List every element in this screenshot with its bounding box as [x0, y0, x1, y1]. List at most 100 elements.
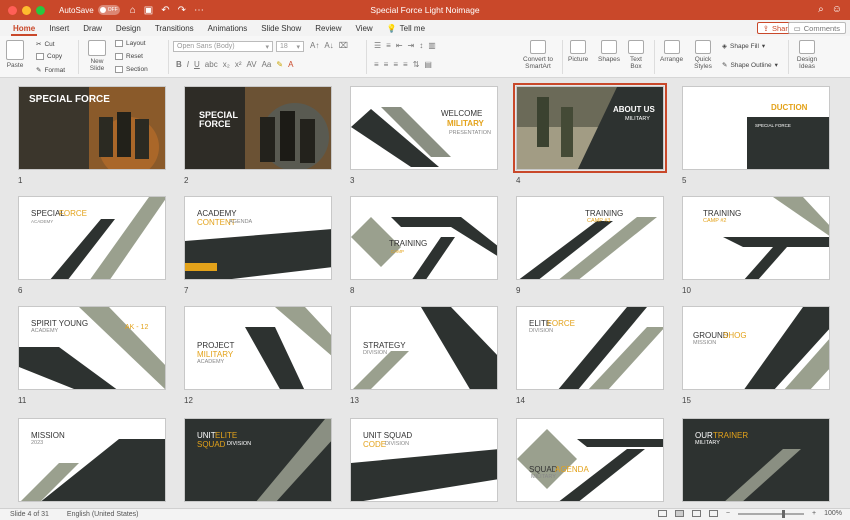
font-color-icon[interactable]: A — [288, 60, 293, 69]
picture-button[interactable]: Picture — [568, 40, 588, 63]
underline-icon[interactable]: U — [194, 60, 200, 69]
slide-thumbnail[interactable]: UNIT ELITE SQUAD DIVISION — [184, 418, 332, 502]
font-name-select[interactable]: Open Sans (Body) ▾ — [173, 41, 273, 52]
slide-thumbnail[interactable]: TRAINING CAMP #3 — [516, 196, 664, 280]
align-right-icon[interactable]: ≡ — [393, 60, 398, 69]
paste-button[interactable]: Paste — [6, 40, 24, 69]
tab-insert[interactable]: Insert — [42, 24, 76, 36]
reset-button[interactable]: Reset — [115, 53, 143, 60]
design-ideas-button[interactable]: Design Ideas — [796, 40, 818, 70]
new-slide-button[interactable]: New Slide — [86, 40, 108, 72]
quick-styles-button[interactable]: Quick Styles — [692, 40, 714, 70]
char-spacing-icon[interactable]: AV — [246, 60, 256, 69]
document-title[interactable]: Special Force Light Noimage — [370, 5, 479, 15]
slide-sorter-view-icon[interactable] — [674, 510, 684, 517]
tab-home[interactable]: Home — [6, 24, 42, 36]
slide-thumbnail[interactable]: STRATEGY DIVISION — [350, 306, 498, 390]
undo-icon[interactable]: ↶ — [161, 5, 169, 16]
slide-thumbnail[interactable]: SQUAD AGENDA MILITARY — [516, 418, 664, 502]
convert-smartart-button[interactable]: Convert to SmartArt — [520, 40, 556, 70]
slide-thumbnail[interactable]: SPIRIT YOUNG ACADEMY AK - 12 — [18, 306, 166, 390]
language-indicator[interactable]: English (United States) — [67, 511, 139, 518]
slide-thumbnail-selected[interactable]: ABOUT US MILITARY — [513, 83, 667, 173]
highlight-icon[interactable]: ✎ — [276, 60, 283, 69]
close-window-button[interactable] — [8, 5, 17, 15]
minimize-window-button[interactable] — [22, 5, 31, 15]
tab-transitions[interactable]: Transitions — [148, 24, 201, 36]
tab-view[interactable]: View — [349, 24, 380, 36]
decrease-indent-icon[interactable]: ⇤ — [396, 41, 403, 50]
slide-thumbnail[interactable]: UNIT SQUAD CODE DIVISION — [350, 418, 498, 502]
copy-button[interactable]: Copy — [36, 53, 62, 60]
normal-view-icon[interactable] — [657, 510, 667, 517]
slide-thumbnail[interactable]: TRAINING CAMP #2 — [682, 196, 830, 280]
slide-thumbnail[interactable]: ACADEMY CONTENT AGENDA — [184, 196, 332, 280]
strikethrough-icon[interactable]: abc — [205, 60, 218, 69]
align-text-icon[interactable]: ▤ — [424, 60, 432, 69]
text-direction-icon[interactable]: ⇅ — [413, 60, 420, 69]
comments-button[interactable]: ▭ Comments — [787, 22, 846, 34]
columns-icon[interactable]: ▥ — [428, 41, 436, 50]
zoom-out-icon[interactable]: − — [726, 510, 730, 517]
shapes-button[interactable]: Shapes — [598, 40, 620, 63]
increase-indent-icon[interactable]: ⇥ — [408, 41, 415, 50]
slide-thumbnail[interactable]: TRAINING CAMP — [350, 196, 498, 280]
line-spacing-icon[interactable]: ↕ — [419, 41, 423, 50]
redo-icon[interactable]: ↷ — [178, 5, 186, 16]
slide-thumbnail[interactable]: SPECIAL FORCE ACADEMY — [18, 196, 166, 280]
reading-view-icon[interactable] — [691, 510, 701, 517]
slide-number: 12 — [184, 396, 193, 405]
zoom-level[interactable]: 100% — [824, 510, 842, 517]
slide-thumbnail[interactable]: MISSION 2023 — [18, 418, 166, 502]
cut-button[interactable]: ✂ Cut — [36, 40, 55, 49]
slide-8-sub: CAMP — [391, 249, 405, 254]
search-icon[interactable]: ⌕ — [818, 4, 824, 15]
slide-thumbnail[interactable]: GROUND SHOG MISSION — [682, 306, 830, 390]
align-left-icon[interactable]: ≡ — [374, 60, 379, 69]
slide-thumbnail[interactable]: SPECIAL FORCE — [18, 86, 166, 170]
autosave-toggle[interactable]: OFF — [97, 5, 120, 15]
zoom-in-icon[interactable]: + — [812, 510, 816, 517]
change-case-icon[interactable]: Aa — [262, 60, 272, 69]
bold-icon[interactable]: B — [176, 60, 182, 69]
slide-thumbnail[interactable]: OUR TRAINER MILITARY — [682, 418, 830, 502]
arrange-button[interactable]: Arrange — [660, 40, 683, 63]
subscript-icon[interactable]: x₂ — [223, 60, 230, 69]
more-icon[interactable]: ⋯ — [194, 5, 204, 16]
autosave-control[interactable]: AutoSave OFF — [59, 5, 120, 15]
layout-button[interactable]: Layout — [115, 40, 146, 47]
tab-design[interactable]: Design — [109, 24, 148, 36]
tab-draw[interactable]: Draw — [76, 24, 109, 36]
slide-thumbnail[interactable]: SPECIAL FORCE — [184, 86, 332, 170]
align-center-icon[interactable]: ≡ — [384, 60, 389, 69]
format-painter-button[interactable]: ✎ Format — [36, 66, 65, 75]
tell-me-box[interactable]: 💡 Tell me — [380, 24, 432, 36]
shape-outline-button[interactable]: ✎ Shape Outline ▾ — [722, 61, 778, 70]
numbering-icon[interactable]: ≡ — [386, 41, 391, 50]
tab-animations[interactable]: Animations — [201, 24, 255, 36]
zoom-window-button[interactable] — [36, 5, 45, 15]
grow-font-icon[interactable]: A↑ — [310, 41, 319, 50]
clear-format-icon[interactable]: ⌧ — [339, 41, 348, 50]
slide-thumbnail[interactable]: PROJECT MILITARY ACADEMY — [184, 306, 332, 390]
superscript-icon[interactable]: x² — [235, 60, 242, 69]
italic-icon[interactable]: I — [187, 60, 189, 69]
slide-11-sub: ACADEMY — [31, 328, 59, 334]
slide-thumbnail[interactable]: ELITE FORCE DIVISION — [516, 306, 664, 390]
text-box-button[interactable]: Text Box — [626, 40, 646, 70]
shape-fill-button[interactable]: ◈ Shape Fill ▾ — [722, 42, 765, 51]
slide-show-view-icon[interactable] — [708, 510, 718, 517]
font-size-select[interactable]: 18 ▾ — [276, 41, 304, 52]
save-icon[interactable]: ▣ — [144, 5, 153, 16]
home-icon[interactable]: ⌂ — [130, 5, 136, 16]
slide-thumbnail[interactable]: WELCOME MILITARY PRESENTATION — [350, 86, 498, 170]
tab-slide-show[interactable]: Slide Show — [254, 24, 308, 36]
smiley-icon[interactable]: ☺ — [832, 4, 842, 15]
bullets-icon[interactable]: ☰ — [374, 41, 381, 50]
tab-review[interactable]: Review — [308, 24, 348, 36]
justify-icon[interactable]: ≡ — [403, 60, 408, 69]
zoom-slider[interactable] — [738, 509, 804, 518]
slide-thumbnail[interactable]: DUCTION SPECIAL FORCE — [682, 86, 830, 170]
shrink-font-icon[interactable]: A↓ — [324, 41, 333, 50]
section-button[interactable]: Section — [115, 66, 148, 73]
